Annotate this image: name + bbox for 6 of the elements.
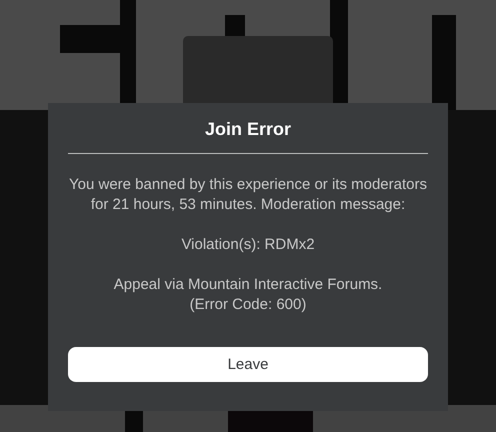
message-text: You were banned by this experience or its moderators for 21 hours, 53 minutes. Moderation message: <box>68 175 428 215</box>
message-text: Appeal via Mountain Interactive Forums. <box>114 275 382 295</box>
leave-button[interactable]: Leave <box>68 347 428 382</box>
dialog-title: Join Error <box>204 118 292 140</box>
message-text: Violation(s): RDMx2 <box>181 235 315 255</box>
message-text: (Error Code: 600) <box>190 295 306 315</box>
